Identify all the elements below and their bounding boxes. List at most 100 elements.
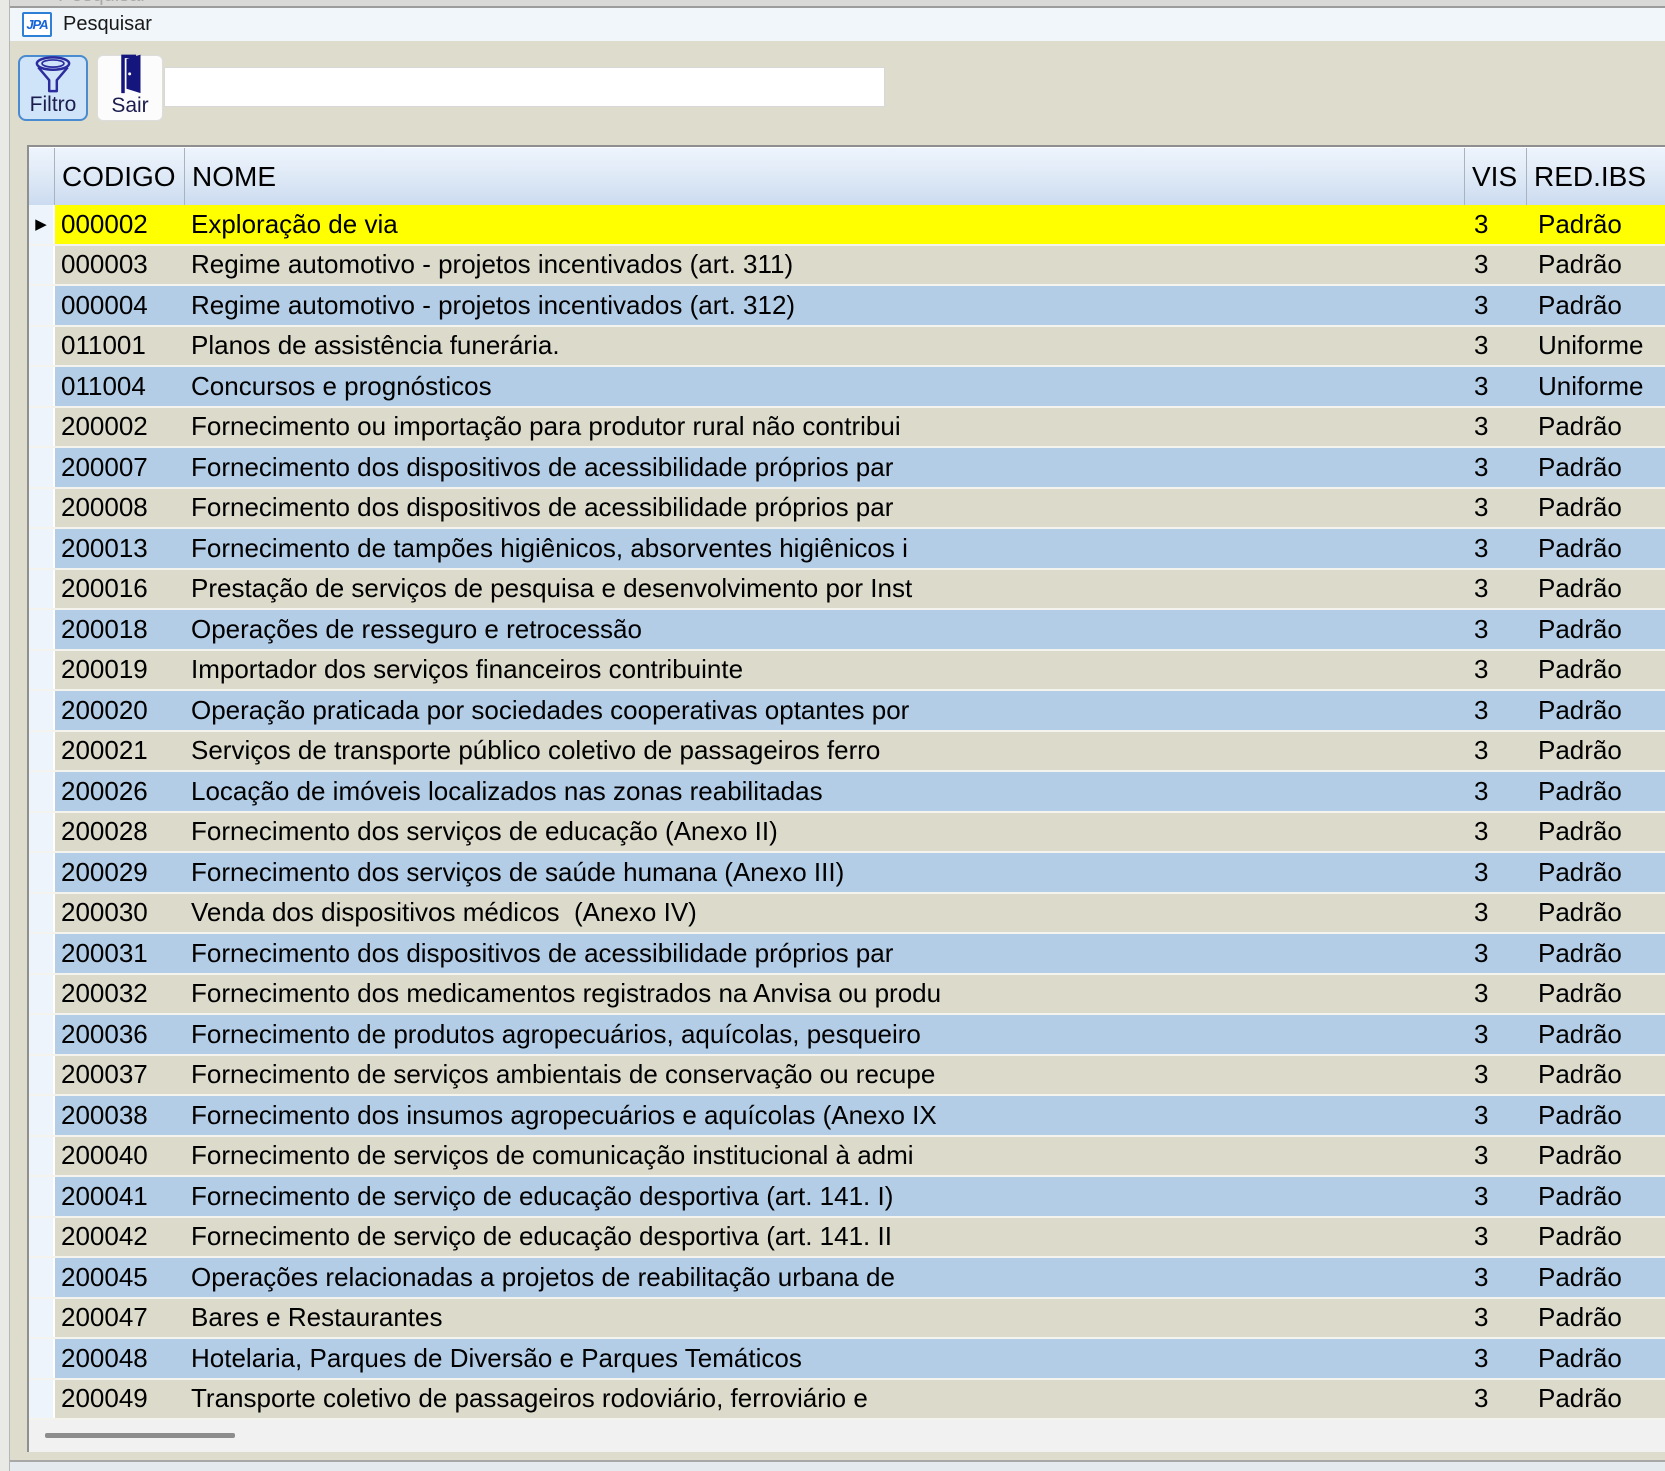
redibs-cell: Padrão <box>1527 1339 1665 1378</box>
codigo-cell: 200021 <box>55 732 185 771</box>
column-header-redibs[interactable]: RED.IBS <box>1527 148 1665 205</box>
table-row[interactable]: 200007 Fornecimento dos dispositivos de … <box>29 448 1665 489</box>
table-row[interactable]: 200008 Fornecimento dos dispositivos de … <box>29 489 1665 530</box>
table-row[interactable]: 200029 Fornecimento dos serviços de saúd… <box>29 853 1665 894</box>
table-row[interactable]: 000003 Regime automotivo - projetos ince… <box>29 246 1665 287</box>
nome-cell: Fornecimento de tampões higiênicos, abso… <box>185 529 1465 568</box>
vis-cell: 3 <box>1465 651 1527 690</box>
table-row[interactable]: ▶ 000002 Exploração de via 3 Padrão <box>29 205 1665 246</box>
redibs-cell: Padrão <box>1527 732 1665 771</box>
table-row[interactable]: 200047 Bares e Restaurantes 3 Padrão <box>29 1299 1665 1340</box>
row-indicator-cell <box>29 853 55 892</box>
redibs-cell: Padrão <box>1527 1015 1665 1054</box>
codigo-cell: 200048 <box>55 1339 185 1378</box>
vis-cell: 3 <box>1465 732 1527 771</box>
row-indicator-cell <box>29 691 55 730</box>
vis-cell: 3 <box>1465 1096 1527 1135</box>
vis-cell: 3 <box>1465 529 1527 568</box>
horizontal-scrollbar-thumb[interactable] <box>45 1433 235 1438</box>
codigo-cell: 200042 <box>55 1218 185 1257</box>
redibs-cell: Padrão <box>1527 1218 1665 1257</box>
row-indicator-cell <box>29 286 55 325</box>
filtro-button[interactable]: Filtro <box>18 55 88 121</box>
codigo-cell: 200007 <box>55 448 185 487</box>
redibs-cell: Padrão <box>1527 448 1665 487</box>
row-indicator-cell <box>29 1015 55 1054</box>
vis-cell: 3 <box>1465 408 1527 447</box>
table-row[interactable]: 200049 Transporte coletivo de passageiro… <box>29 1380 1665 1421</box>
table-row[interactable]: 200002 Fornecimento ou importação para p… <box>29 408 1665 449</box>
table-row[interactable]: 200045 Operações relacionadas a projetos… <box>29 1258 1665 1299</box>
row-indicator-cell <box>29 448 55 487</box>
codigo-cell: 200018 <box>55 610 185 649</box>
redibs-cell: Padrão <box>1527 853 1665 892</box>
codigo-cell: 200031 <box>55 934 185 973</box>
row-indicator-cell <box>29 732 55 771</box>
row-indicator-cell <box>29 772 55 811</box>
row-indicator-cell <box>29 1380 55 1419</box>
nome-cell: Regime automotivo - projetos incentivado… <box>185 246 1465 285</box>
column-header-indicator <box>29 148 55 205</box>
table-row[interactable]: 200019 Importador dos serviços financeir… <box>29 651 1665 692</box>
nome-cell: Fornecimento de serviço de educação desp… <box>185 1177 1465 1216</box>
nome-cell: Venda dos dispositivos médicos (Anexo IV… <box>185 894 1465 933</box>
codigo-cell: 000002 <box>55 205 185 244</box>
sair-button[interactable]: Sair <box>97 55 163 121</box>
table-row[interactable]: 200020 Operação praticada por sociedades… <box>29 691 1665 732</box>
nome-cell: Fornecimento ou importação para produtor… <box>185 408 1465 447</box>
vis-cell: 3 <box>1465 1299 1527 1338</box>
codigo-cell: 000004 <box>55 286 185 325</box>
table-row[interactable]: 011001 Planos de assistência funerária. … <box>29 327 1665 368</box>
nome-cell: Fornecimento dos serviços de educação (A… <box>185 813 1465 852</box>
table-row[interactable]: 200032 Fornecimento dos medicamentos reg… <box>29 975 1665 1016</box>
redibs-cell: Padrão <box>1527 286 1665 325</box>
column-header-codigo[interactable]: CODIGO <box>55 148 185 205</box>
redibs-cell: Padrão <box>1527 894 1665 933</box>
nome-cell: Fornecimento de produtos agropecuários, … <box>185 1015 1465 1054</box>
table-row[interactable]: 200036 Fornecimento de produtos agropecu… <box>29 1015 1665 1056</box>
codigo-cell: 200049 <box>55 1380 185 1419</box>
codigo-cell: 200026 <box>55 772 185 811</box>
door-icon <box>113 52 147 94</box>
table-row[interactable]: 000004 Regime automotivo - projetos ince… <box>29 286 1665 327</box>
table-row[interactable]: 200030 Venda dos dispositivos médicos (A… <box>29 894 1665 935</box>
horizontal-scrollbar[interactable] <box>29 1420 1665 1452</box>
nome-cell: Regime automotivo - projetos incentivado… <box>185 286 1465 325</box>
redibs-cell: Padrão <box>1527 246 1665 285</box>
redibs-cell: Uniforme <box>1527 367 1665 406</box>
redibs-cell: Padrão <box>1527 570 1665 609</box>
nome-cell: Locação de imóveis localizados nas zonas… <box>185 772 1465 811</box>
column-header-vis[interactable]: VIS <box>1465 148 1527 205</box>
table-row[interactable]: 200028 Fornecimento dos serviços de educ… <box>29 813 1665 854</box>
nome-cell: Planos de assistência funerária. <box>185 327 1465 366</box>
codigo-cell: 200045 <box>55 1258 185 1297</box>
row-indicator-cell <box>29 651 55 690</box>
table-row[interactable]: 200041 Fornecimento de serviço de educaç… <box>29 1177 1665 1218</box>
codigo-cell: 200008 <box>55 489 185 528</box>
table-row[interactable]: 200016 Prestação de serviços de pesquisa… <box>29 570 1665 611</box>
redibs-cell: Padrão <box>1527 1177 1665 1216</box>
row-indicator-cell <box>29 570 55 609</box>
table-row[interactable]: 200038 Fornecimento dos insumos agropecu… <box>29 1096 1665 1137</box>
table-row[interactable]: 200031 Fornecimento dos dispositivos de … <box>29 934 1665 975</box>
data-grid: CODIGO NOME VIS RED.IBS ▶ 000002 Explora… <box>27 145 1665 1452</box>
table-row[interactable]: 200018 Operações de resseguro e retroces… <box>29 610 1665 651</box>
table-row[interactable]: 011004 Concursos e prognósticos 3 Unifor… <box>29 367 1665 408</box>
search-input[interactable] <box>164 67 885 107</box>
table-row[interactable]: 200037 Fornecimento de serviços ambienta… <box>29 1056 1665 1097</box>
codigo-cell: 200002 <box>55 408 185 447</box>
table-row[interactable]: 200026 Locação de imóveis localizados na… <box>29 772 1665 813</box>
column-header-nome[interactable]: NOME <box>185 148 1465 205</box>
codigo-cell: 000003 <box>55 246 185 285</box>
table-row[interactable]: 200013 Fornecimento de tampões higiênico… <box>29 529 1665 570</box>
table-row[interactable]: 200048 Hotelaria, Parques de Diversão e … <box>29 1339 1665 1380</box>
table-row[interactable]: 200040 Fornecimento de serviços de comun… <box>29 1137 1665 1178</box>
vis-cell: 3 <box>1465 570 1527 609</box>
vis-cell: 3 <box>1465 448 1527 487</box>
row-indicator-cell <box>29 813 55 852</box>
filtro-label: Filtro <box>30 93 77 117</box>
table-row[interactable]: 200042 Fornecimento de serviço de educaç… <box>29 1218 1665 1259</box>
nome-cell: Bares e Restaurantes <box>185 1299 1465 1338</box>
codigo-cell: 200047 <box>55 1299 185 1338</box>
table-row[interactable]: 200021 Serviços de transporte público co… <box>29 732 1665 773</box>
